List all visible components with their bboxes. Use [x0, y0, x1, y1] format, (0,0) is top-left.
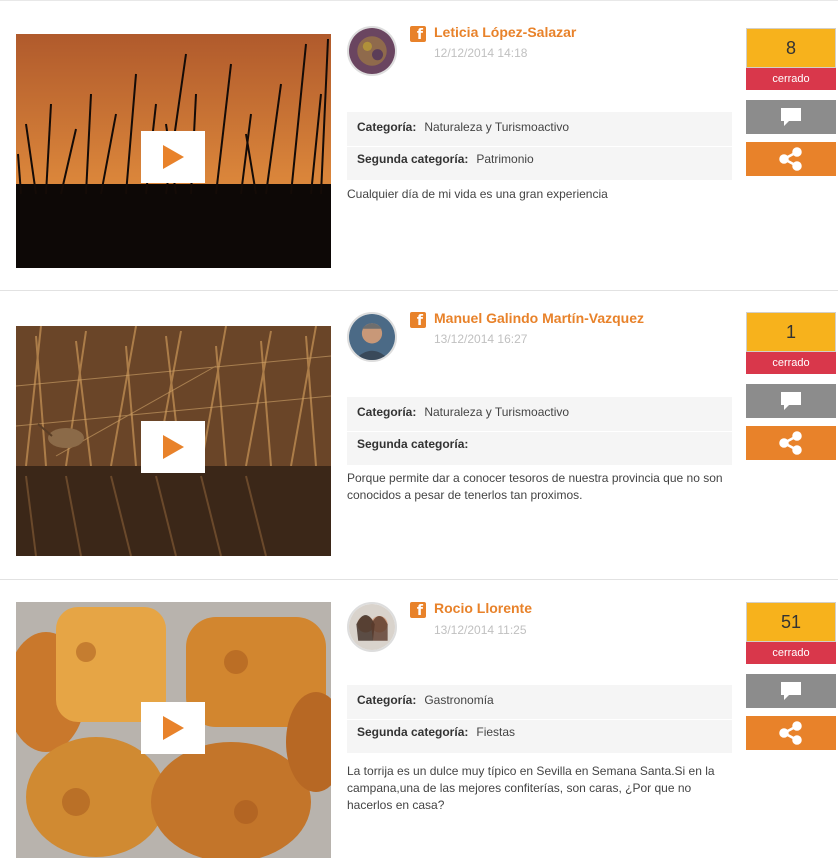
play-button[interactable]: [141, 702, 205, 754]
avatar[interactable]: [347, 312, 397, 362]
play-button[interactable]: [141, 131, 205, 183]
share-button[interactable]: [746, 426, 836, 460]
comment-icon: [781, 392, 801, 410]
entry-description: Cualquier día de mi vida es una gran exp…: [347, 187, 608, 201]
category-label: Categoría:: [357, 120, 417, 134]
comment-button[interactable]: [746, 674, 836, 708]
facebook-icon: f: [410, 312, 426, 329]
post-date: 12/12/2014 14:18: [434, 46, 528, 60]
post-date: 13/12/2014 16:27: [434, 332, 528, 346]
share-button[interactable]: [746, 716, 836, 750]
divider: [0, 0, 838, 1]
category-label: Categoría:: [357, 693, 417, 707]
vote-counter[interactable]: 1 cerrado: [746, 312, 836, 374]
play-icon: [163, 435, 184, 459]
entry-card: f Rocio Llorente 13/12/2014 11:25 Catego…: [0, 586, 838, 858]
avatar[interactable]: [347, 602, 397, 652]
category-value: Gastronomía: [424, 693, 494, 707]
share-icon: [779, 431, 802, 455]
comment-icon: [781, 108, 801, 126]
categories-box: Categoría: Gastronomía Segunda categoría:…: [347, 685, 732, 753]
video-thumbnail[interactable]: [16, 326, 331, 556]
vote-count: 51: [746, 602, 836, 642]
second-category-value: Fiestas: [476, 725, 516, 739]
entry-description: La torrija es un dulce muy típico en Sev…: [347, 764, 715, 812]
categories-box: Categoría: Naturaleza y Turismoactivo Seg…: [347, 112, 732, 180]
share-icon: [779, 147, 802, 171]
play-button[interactable]: [141, 421, 205, 473]
status-badge: cerrado: [746, 352, 836, 374]
share-button[interactable]: [746, 142, 836, 176]
author-name[interactable]: Manuel Galindo Martín-Vazquez: [434, 310, 644, 326]
facebook-icon: f: [410, 26, 426, 43]
comment-icon: [781, 682, 801, 700]
share-icon: [779, 721, 802, 745]
status-badge: cerrado: [746, 68, 836, 90]
vote-count: 8: [746, 28, 836, 68]
vote-counter[interactable]: 51 cerrado: [746, 602, 836, 664]
category-label: Categoría:: [357, 405, 417, 419]
video-thumbnail[interactable]: [16, 602, 331, 858]
categories-box: Categoría: Naturaleza y Turismoactivo Seg…: [347, 397, 732, 465]
video-thumbnail[interactable]: [16, 34, 331, 268]
facebook-icon: f: [410, 602, 426, 619]
second-category-label: Segunda categoría:: [357, 725, 469, 739]
comment-button[interactable]: [746, 100, 836, 134]
second-category-label: Segunda categoría:: [357, 152, 469, 166]
entry-card: f Leticia López-Salazar 12/12/2014 14:18…: [0, 0, 838, 291]
second-category-label: Segunda categoría:: [357, 437, 469, 451]
author-name[interactable]: Leticia López-Salazar: [434, 24, 576, 40]
vote-counter[interactable]: 8 cerrado: [746, 28, 836, 90]
avatar[interactable]: [347, 26, 397, 76]
vote-count: 1: [746, 312, 836, 352]
entry-card: f Manuel Galindo Martín-Vazquez 13/12/20…: [0, 296, 838, 580]
status-badge: cerrado: [746, 642, 836, 664]
post-date: 13/12/2014 11:25: [434, 623, 527, 637]
category-value: Naturaleza y Turismoactivo: [424, 120, 570, 134]
play-icon: [163, 145, 184, 169]
category-value: Naturaleza y Turismoactivo: [424, 405, 570, 419]
comment-button[interactable]: [746, 384, 836, 418]
second-category-value: Patrimonio: [476, 152, 534, 166]
author-name[interactable]: Rocio Llorente: [434, 600, 532, 616]
play-icon: [163, 716, 184, 740]
entries-feed: f Leticia López-Salazar 12/12/2014 14:18…: [0, 0, 838, 858]
entry-description: Porque permite dar a conocer tesoros de …: [347, 471, 723, 502]
